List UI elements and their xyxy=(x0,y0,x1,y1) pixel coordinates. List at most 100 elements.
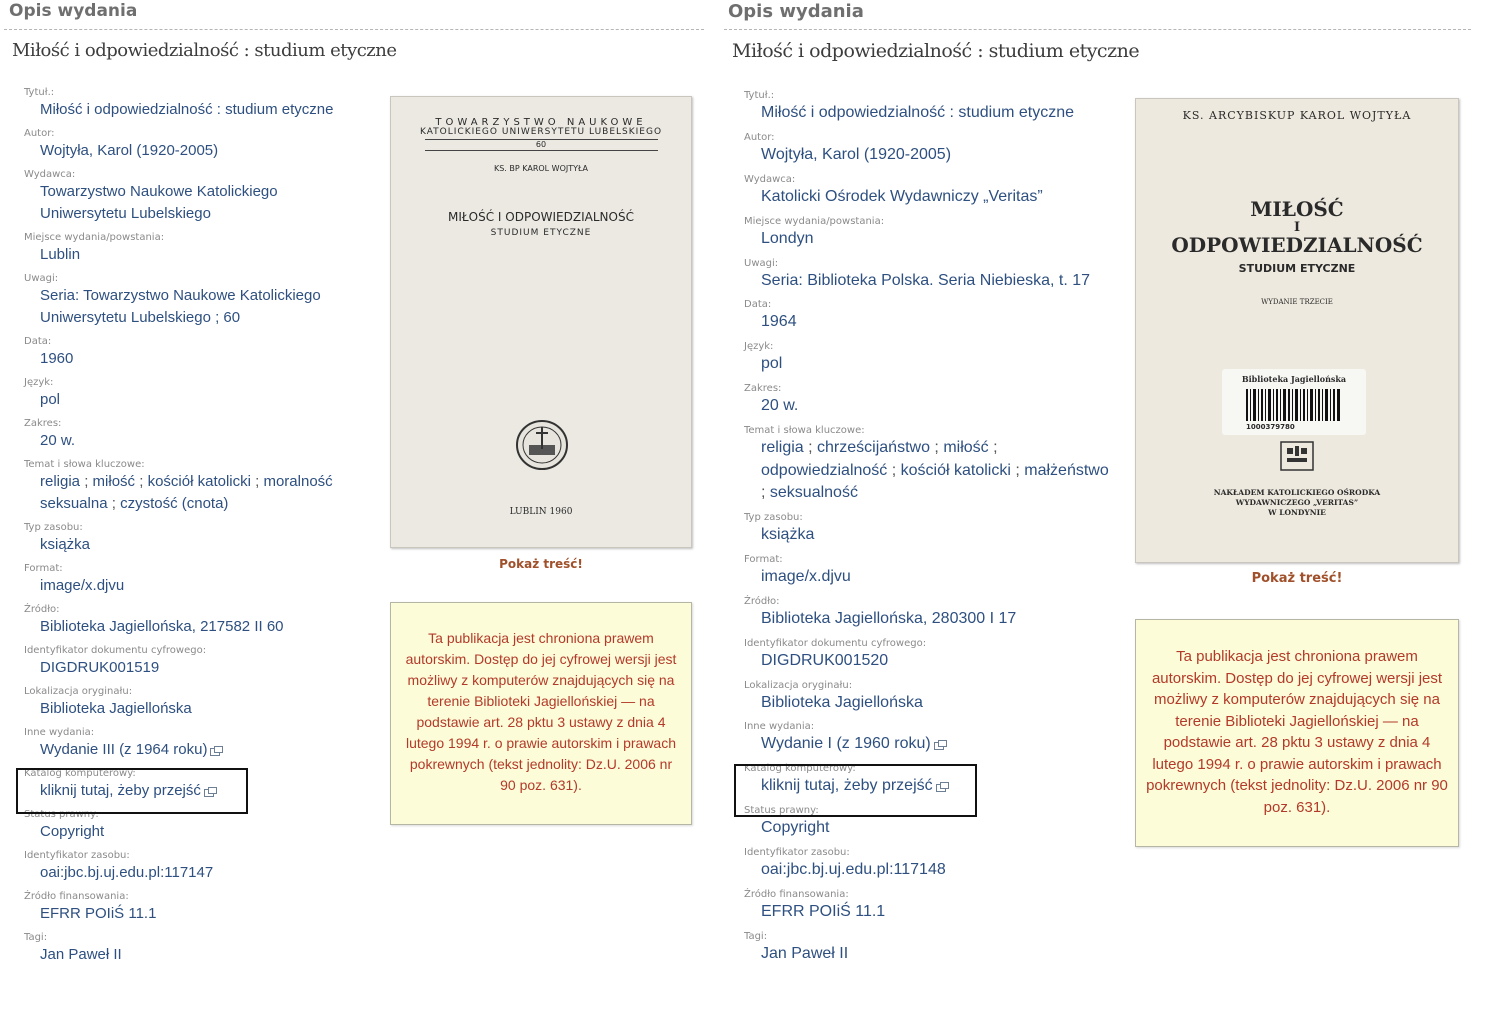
field-label: Temat i słowa kluczowe: xyxy=(24,459,145,470)
language-link[interactable]: pol xyxy=(744,353,1134,376)
place-link[interactable]: Londyn xyxy=(744,228,1134,251)
subject-link[interactable]: seksualna xyxy=(40,495,108,512)
notes-link[interactable]: Seria: Towarzystwo Naukowe Katolickiego … xyxy=(24,285,364,329)
field-label: Miejsce wydania/powstania: xyxy=(24,232,165,243)
subject-link[interactable]: miłość xyxy=(943,439,988,456)
digital-id-link[interactable]: DIGDRUK001520 xyxy=(744,650,1134,673)
cover-imprint: LUBLIN 1960 xyxy=(509,507,573,517)
barcode-icon xyxy=(1246,389,1340,421)
location-link[interactable]: Biblioteka Jagiellońska xyxy=(744,692,1134,715)
subject-link[interactable]: chrześcijaństwo xyxy=(817,439,930,456)
subject-link[interactable]: miłość xyxy=(93,473,136,490)
external-link-icon xyxy=(933,739,947,750)
subjects-value: religia ; miłość ; kościół katolicki ; m… xyxy=(24,471,364,515)
legal-status-link[interactable]: Copyright xyxy=(24,821,364,843)
type-link[interactable]: książka xyxy=(24,534,364,556)
subject-link[interactable]: czystość (cnota) xyxy=(120,495,228,512)
field-label: Tytuł.: xyxy=(744,90,775,101)
work-title: Miłość i odpowiedzialność : studium etyc… xyxy=(732,40,1140,62)
field-notes: Uwagi: Seria: Towarzystwo Naukowe Katoli… xyxy=(24,272,364,329)
field-title: Tytuł.: Miłość i odpowiedzialność : stud… xyxy=(24,86,364,121)
date-link[interactable]: 1960 xyxy=(24,348,364,370)
field-subjects: Temat i słowa kluczowe: religia ; chrześ… xyxy=(744,424,1134,505)
subject-link[interactable]: religia xyxy=(40,473,80,490)
field-label: Inne wydania: xyxy=(24,727,95,738)
field-label: Źródło finansowania: xyxy=(744,889,849,901)
field-location: Lokalizacja oryginału: Biblioteka Jagiel… xyxy=(744,679,1134,715)
publisher-link[interactable]: Towarzystwo Naukowe Katolickiego Uniwers… xyxy=(24,181,364,225)
subject-link[interactable]: odpowiedzialność xyxy=(761,462,887,479)
field-funding: Źródło finansowania: EFRR POIiŚ 11.1 xyxy=(744,888,1134,924)
copyright-notice: Ta publikacja jest chroniona prawem auto… xyxy=(1135,619,1459,847)
barcode-library-name: Biblioteka Jagiellońska xyxy=(1241,374,1347,384)
tag-link[interactable]: Jan Paweł II xyxy=(24,944,364,966)
digital-id-link[interactable]: DIGDRUK001519 xyxy=(24,657,364,679)
field-label: Źródło finansowania: xyxy=(24,891,129,902)
legal-status-link[interactable]: Copyright xyxy=(744,817,1134,840)
title-link[interactable]: Miłość i odpowiedzialność : studium etyc… xyxy=(24,99,364,121)
field-label: Identyfikator dokumentu cyfrowego: xyxy=(24,645,207,656)
field-label: Identyfikator zasobu: xyxy=(744,847,850,859)
format-link[interactable]: image/x.djvu xyxy=(24,575,364,597)
location-link[interactable]: Biblioteka Jagiellońska xyxy=(24,698,364,720)
subject-separator: ; xyxy=(988,439,998,457)
field-label: Autor: xyxy=(24,128,55,139)
date-link[interactable]: 1964 xyxy=(744,311,1134,334)
extent-link[interactable]: 20 w. xyxy=(24,430,364,452)
cover-edition: WYDANIE TRZECIE xyxy=(1261,298,1333,306)
field-label: Wydawca: xyxy=(744,173,796,185)
field-author: Autor: Wojtyła, Karol (1920-2005) xyxy=(744,131,1134,167)
format-link[interactable]: image/x.djvu xyxy=(744,566,1134,589)
publisher-link[interactable]: Katolicki Ośrodek Wydawniczy „Veritas” xyxy=(744,186,1134,209)
field-other-editions: Inne wydania: Wydanie III (z 1964 roku) xyxy=(24,726,364,761)
cover-rule xyxy=(425,150,658,151)
other-edition-link[interactable]: Wydanie I (z 1960 roku) xyxy=(744,733,1134,756)
subject-link[interactable]: kościół katolicki xyxy=(148,473,251,490)
resource-id-link[interactable]: oai:jbc.bj.uj.edu.pl:117147 xyxy=(24,862,364,884)
field-label: Temat i słowa kluczowe: xyxy=(744,425,865,437)
field-label: Uwagi: xyxy=(24,273,59,284)
field-date: Data: 1960 xyxy=(24,335,364,370)
left-edition-panel: Opis wydania Miłość i odpowiedzialność :… xyxy=(0,0,708,1035)
field-funding: Źródło finansowania: EFRR POIiŚ 11.1 xyxy=(24,890,364,925)
source-link[interactable]: Biblioteka Jagiellońska, 217582 II 60 xyxy=(24,616,364,638)
resource-id-link[interactable]: oai:jbc.bj.uj.edu.pl:117148 xyxy=(744,859,1134,882)
title-link[interactable]: Miłość i odpowiedzialność : studium etyc… xyxy=(744,102,1134,125)
field-extent: Zakres: 20 w. xyxy=(24,417,364,452)
place-link[interactable]: Lublin xyxy=(24,244,364,266)
publisher-line-2: Uniwersytetu Lubelskiego xyxy=(40,205,211,222)
author-link[interactable]: Wojtyła, Karol (1920-2005) xyxy=(24,140,364,162)
field-label: Tagi: xyxy=(24,932,48,943)
field-notes: Uwagi: Seria: Biblioteka Polska. Seria N… xyxy=(744,257,1134,293)
type-link[interactable]: książka xyxy=(744,524,1134,547)
field-label: Identyfikator zasobu: xyxy=(24,850,130,861)
barcode-number: 1000379780 xyxy=(1246,423,1295,431)
field-source: Źródło: Biblioteka Jagiellońska, 217582 … xyxy=(24,603,364,638)
language-link[interactable]: pol xyxy=(24,389,364,411)
subject-link[interactable]: religia xyxy=(761,439,804,456)
funding-link[interactable]: EFRR POIiŚ 11.1 xyxy=(744,901,1134,924)
field-label: Format: xyxy=(24,563,63,574)
library-stamp-icon xyxy=(1280,441,1314,471)
extent-link[interactable]: 20 w. xyxy=(744,395,1134,418)
book-cover-thumbnail[interactable]: TOWARZYSTWO NAUKOWE KATOLICKIEGO UNIWERS… xyxy=(390,96,692,548)
tag-link[interactable]: Jan Paweł II xyxy=(744,943,1134,966)
source-link[interactable]: Biblioteka Jagiellońska, 280300 I 17 xyxy=(744,608,1134,631)
other-edition-highlight-box xyxy=(734,764,977,817)
cover-emblem-icon xyxy=(516,420,568,470)
subject-link[interactable]: seksualność xyxy=(770,484,858,501)
book-cover-thumbnail[interactable]: KS. ARCYBISKUP KAROL WOJTYŁA MIŁOŚĆ I OD… xyxy=(1135,98,1459,563)
show-content-link[interactable]: Pokaż treść! xyxy=(1135,571,1459,586)
show-content-link[interactable]: Pokaż treść! xyxy=(390,557,692,571)
other-edition-link[interactable]: Wydanie III (z 1964 roku) xyxy=(24,739,364,761)
subjects-value: religia ; chrześcijaństwo ; miłość ; odp… xyxy=(744,437,1134,505)
subject-link[interactable]: moralność xyxy=(263,473,332,490)
funding-link[interactable]: EFRR POIiŚ 11.1 xyxy=(24,903,364,925)
author-link[interactable]: Wojtyła, Karol (1920-2005) xyxy=(744,144,1134,167)
field-label: Uwagi: xyxy=(744,257,779,269)
cover-subtitle: STUDIUM ETYCZNE xyxy=(1238,262,1356,275)
external-link-icon xyxy=(210,745,224,756)
notes-link[interactable]: Seria: Biblioteka Polska. Seria Niebiesk… xyxy=(744,270,1134,293)
subject-link[interactable]: małżeństwo xyxy=(1024,462,1108,479)
subject-link[interactable]: kościół katolicki xyxy=(901,462,1011,479)
